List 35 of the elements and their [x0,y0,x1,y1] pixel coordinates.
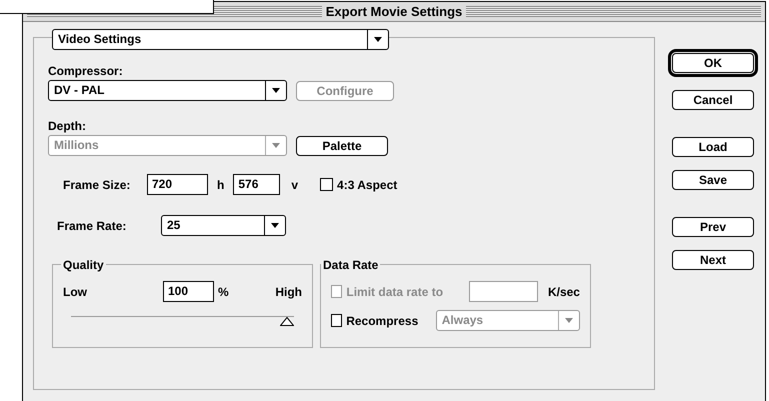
text-field[interactable]: 576 [233,174,280,195]
field-label: Frame Rate: [57,218,128,234]
push-button[interactable]: Load [672,137,754,157]
push-button[interactable]: Cancel [672,90,754,110]
checkbox-label: Limit data rate to [346,284,444,300]
window-title: Export Movie Settings [326,2,462,21]
dropdown-arrow-icon [564,318,573,323]
checkbox-label: Recompress [346,312,420,330]
dropdown-arrow-icon [272,88,280,93]
dropdown-arrow-icon [271,223,279,228]
unit-label: v [291,176,298,194]
field-label: Frame Size: [63,176,132,194]
text-field[interactable]: 100 [163,281,214,302]
unit-label: % [218,284,230,300]
checkbox[interactable] [320,178,334,191]
compressor-dropdown[interactable]: DV - PAL [48,80,287,101]
checkbox-label: 4:3 Aspect [337,176,398,194]
push-button[interactable]: Save [672,170,754,190]
push-button[interactable]: Prev [672,217,754,237]
checkbox[interactable] [331,314,342,327]
field-label: Depth: [48,118,87,135]
unit-label: K/sec [548,284,580,300]
dropdown-arrow-icon [374,37,382,42]
section-dropdown[interactable]: Video Settings [52,29,389,50]
text-field[interactable]: 720 [147,174,208,195]
slider-thumb[interactable] [280,317,294,326]
slider-label: Low [63,284,88,300]
push-button[interactable]: Next [672,250,754,270]
text-field[interactable] [468,281,538,302]
dropdown-arrow-icon [272,143,280,148]
slider-label: High [275,284,302,300]
field-label: Compressor: [48,63,124,80]
unit-label: h [217,176,224,194]
quality-slider[interactable] [71,314,294,326]
frame-rate-dropdown[interactable]: 25 [161,215,286,236]
